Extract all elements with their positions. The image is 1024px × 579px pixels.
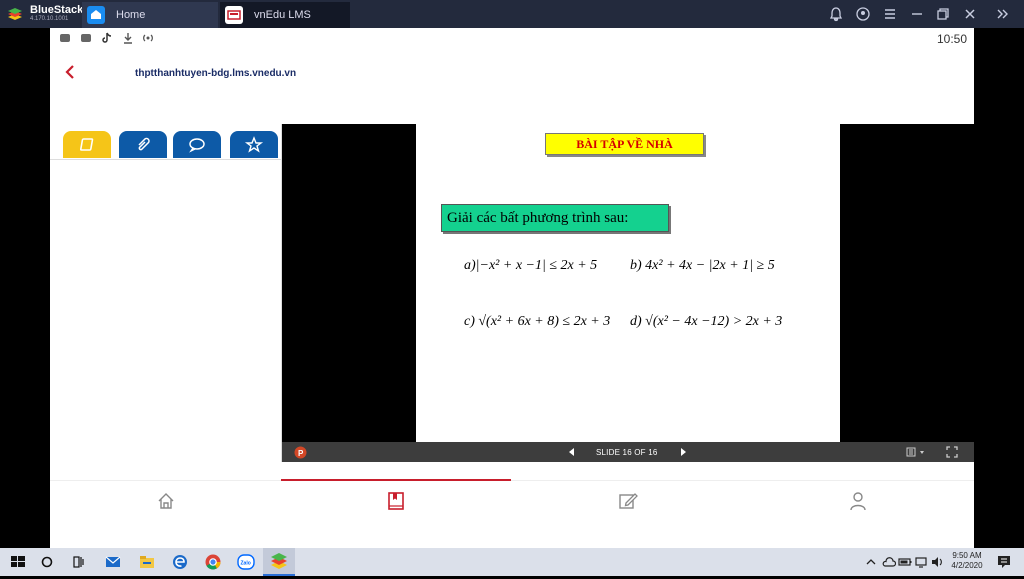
tab-vnedu-lms[interactable]: vnEdu LMS [220,2,350,28]
tab-home-label: Home [116,9,146,21]
sidebar-toggle-icon[interactable] [995,6,1011,22]
windows-start-icon[interactable] [9,553,27,571]
edge-icon[interactable] [171,553,189,571]
restore-icon[interactable] [935,6,951,22]
bluestacks-taskbar-button[interactable] [263,548,295,576]
slide: BÀI TẬP VỀ NHÀ Giải các bất phương trình… [416,124,840,442]
tab-lessons[interactable] [63,131,111,158]
equation-d: d) √(x² − 4x −12) > 2x + 3 [630,314,783,329]
taskbar-clock[interactable]: 9:50 AM 4/2/2020 [948,551,986,571]
app-version: 4.170.10.1001 [30,16,69,22]
edit-icon[interactable] [618,491,638,511]
svg-text:Zalo: Zalo [241,561,251,567]
notifications-icon[interactable] [996,554,1012,570]
bluestacks-logo-icon [8,8,22,20]
windows-taskbar: Zalo 9:50 AM 4/2/2020 [0,548,1024,576]
profile-icon[interactable] [848,491,868,511]
taskbar-date: 4/2/2020 [951,561,983,570]
menu-icon[interactable] [882,6,898,22]
bell-icon[interactable] [828,6,844,22]
tab-vnedu-lms-label: vnEdu LMS [254,9,311,21]
search-icon[interactable] [38,553,56,571]
home-icon[interactable] [156,491,176,511]
divider [50,159,281,160]
fullscreen-icon[interactable] [946,446,958,458]
vnedu-app-icon [225,6,243,24]
tab-comments[interactable] [173,131,221,158]
account-icon[interactable] [855,6,871,22]
paperclip-icon [138,137,150,151]
back-arrow-icon[interactable] [62,62,78,82]
active-tab-indicator [281,479,511,481]
close-icon[interactable] [962,6,978,22]
book-icon [79,138,94,151]
file-explorer-icon[interactable] [138,553,156,571]
notification-app-icon [59,32,71,44]
download-icon [122,32,134,44]
app-name: BlueStacks [30,4,90,16]
chevron-up-icon[interactable] [866,557,876,567]
tab-favorites[interactable] [230,131,278,158]
equation-b: b) 4x² + 4x − |2x + 1| ≥ 5 [630,258,775,273]
home-icon [87,6,105,24]
mail-icon[interactable] [104,553,122,571]
star-icon [244,136,264,153]
outline-menu-icon[interactable] [906,447,928,457]
chat-bubble-icon [189,138,205,153]
task-view-icon[interactable] [70,553,88,571]
notification-app-icon [80,32,92,44]
bluestacks-title-bar: BlueStacks 4.170.10.1001 Home vnEdu LMS [0,0,1024,28]
bluestacks-taskbar-icon [271,553,287,569]
zalo-icon[interactable]: Zalo [237,553,255,571]
next-slide-icon[interactable] [678,447,688,457]
tiktok-icon [101,32,113,44]
bookmark-book-icon[interactable] [386,491,406,511]
tab-home[interactable]: Home [82,2,218,28]
svg-text:P: P [298,449,304,458]
slide-counter: SLIDE 16 OF 16 [596,448,658,457]
tab-attachments[interactable] [119,131,167,158]
powerpoint-icon[interactable]: P [294,446,307,459]
slide-title: BÀI TẬP VỀ NHÀ [545,133,704,155]
battery-icon[interactable] [898,555,912,569]
android-clock: 10:50 [936,32,967,46]
android-screen: 10:50 thptthanhtuyen-bdg.lms.vnedu.vn BÀ… [50,28,974,548]
minimize-icon[interactable] [909,6,925,22]
equation-c: c) √(x² + 6x + 8) ≤ 2x + 3 [464,314,611,329]
slide-viewer[interactable]: BÀI TẬP VỀ NHÀ Giải các bất phương trình… [282,124,974,442]
divider [50,480,974,481]
page-url: thptthanhtuyen-bdg.lms.vnedu.vn [135,68,297,79]
hotspot-icon [142,32,154,44]
network-icon[interactable] [914,555,928,569]
chrome-icon[interactable] [204,553,222,571]
android-status-bar: 10:50 [50,28,974,50]
cloud-icon[interactable] [882,555,896,569]
volume-icon[interactable] [930,555,944,569]
slide-task-text: Giải các bất phương trình sau: [441,204,669,232]
equation-a: a)|−x² + x −1| ≤ 2x + 5 [464,258,598,273]
taskbar-time: 9:50 AM [952,551,982,560]
slide-toolbar: P SLIDE 16 OF 16 [282,442,974,462]
previous-slide-icon[interactable] [567,447,577,457]
